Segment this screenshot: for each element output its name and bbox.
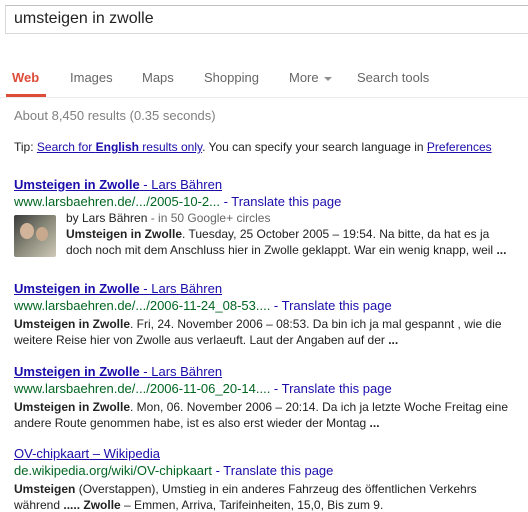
result-snippet: Umsteigen (Overstappen), Umstieg in ein … — [14, 481, 528, 512]
tip-prefix: Tip: — [14, 140, 37, 154]
author-row: by Lars Bähren - in 50 Google+ circles U… — [14, 211, 528, 258]
author-block: by Lars Bähren - in 50 Google+ circles U… — [66, 211, 528, 258]
result-title-link[interactable]: OV-chipkaart – Wikipedia — [14, 446, 528, 461]
tab-web[interactable]: Web — [12, 70, 39, 85]
result-snippet: Umsteigen in Zwolle. Tuesday, 25 October… — [66, 226, 528, 258]
language-tip: Tip: Search for English results only. Yo… — [14, 140, 492, 154]
active-tab-indicator — [6, 94, 46, 97]
snippet-text: . Tuesday, 25 October 2005 – 19:54. Na b… — [182, 227, 490, 241]
translate-link[interactable]: - Translate this page — [220, 194, 342, 209]
result-url-line: www.larsbaehren.de/.../2005-10-2... - Tr… — [14, 194, 528, 209]
result-url: de.wikipedia.org/wiki/OV-chipkaart — [14, 463, 212, 478]
result-title-link[interactable]: Umsteigen in Zwolle - Lars Bähren — [14, 177, 528, 192]
result-stats: About 8,450 results (0.35 seconds) — [14, 108, 216, 123]
snippet-highlight-2: ..... Zwolle — [63, 498, 121, 512]
search-bar: umsteigen in zwolle — [0, 0, 528, 48]
result-title-rest: - Lars Bähren — [139, 364, 223, 379]
snippet-highlight: Umsteigen — [14, 482, 76, 496]
tab-shopping[interactable]: Shopping — [204, 70, 259, 85]
snippet-text: . Mon, 06. November 2006 – 20:14. Da ich… — [130, 400, 509, 414]
result-title-rest: – Wikipedia — [89, 446, 160, 461]
result-title-link[interactable]: Umsteigen in Zwolle - Lars Bähren — [14, 281, 528, 296]
result-url-line: www.larsbaehren.de/.../2006-11-06_20-14.… — [14, 381, 528, 396]
result-url: www.larsbaehren.de/.../2005-10-2... — [14, 194, 220, 209]
result-title-highlight: Umsteigen in Zwolle — [14, 364, 140, 379]
result-url: www.larsbaehren.de/.../2006-11-24_08-53.… — [14, 298, 271, 313]
snippet-text-2: doch noch mit dem Anschluss hier in Zwol… — [66, 243, 494, 257]
search-tabs: Web Images Maps Shopping More Search too… — [0, 56, 528, 98]
result-snippet: Umsteigen in Zwolle. Fri, 24. November 2… — [14, 316, 528, 348]
snippet-text-2-pre: während — [14, 498, 64, 512]
english-results-link[interactable]: Search for English results only — [37, 140, 202, 154]
tip-link-part-c: results only — [138, 140, 203, 154]
snippet-highlight: Umsteigen in Zwolle — [14, 400, 131, 414]
result-title-rest: - Lars Bähren — [139, 177, 223, 192]
snippet-text: . Fri, 24. November 2006 – 08:53. Da bin… — [130, 317, 502, 331]
result-title-highlight: Umsteigen in Zwolle — [14, 177, 140, 192]
tip-link-part-b: English — [95, 140, 139, 154]
tab-images[interactable]: Images — [70, 70, 113, 85]
search-result: Umsteigen in Zwolle - Lars Bähren www.la… — [14, 364, 528, 431]
author-name[interactable]: by Lars Bähren — [66, 211, 147, 225]
search-query-text: umsteigen in zwolle — [14, 10, 154, 27]
result-title-rest: - Lars Bähren — [139, 281, 223, 296]
tab-more-label: More — [289, 70, 319, 85]
result-url-line: de.wikipedia.org/wiki/OV-chipkaart - Tra… — [14, 463, 528, 478]
result-url-line: www.larsbaehren.de/.../2006-11-24_08-53.… — [14, 298, 528, 313]
result-title-main: OV-chipkaart — [14, 446, 90, 461]
search-result: Umsteigen in Zwolle - Lars Bähren www.la… — [14, 177, 528, 258]
translate-link[interactable]: - Translate this page — [270, 298, 392, 313]
chevron-down-icon — [323, 76, 332, 81]
search-result: OV-chipkaart – Wikipedia de.wikipedia.or… — [14, 446, 528, 512]
snippet-highlight: Umsteigen in Zwolle — [66, 227, 183, 241]
snippet-text-2: weitere Reise hier von Zwolle aus verlae… — [14, 333, 385, 347]
preferences-link[interactable]: Preferences — [427, 140, 492, 154]
byline: by Lars Bähren - in 50 Google+ circles — [66, 211, 528, 225]
tab-more[interactable]: More — [289, 70, 332, 85]
snippet-text-2: andere Route genommen habe, ist es also … — [14, 416, 367, 430]
result-title-highlight: Umsteigen in Zwolle — [14, 281, 140, 296]
author-avatar[interactable] — [14, 215, 56, 257]
tab-maps[interactable]: Maps — [142, 70, 174, 85]
search-input[interactable]: umsteigen in zwolle — [5, 5, 528, 34]
result-snippet: Umsteigen in Zwolle. Mon, 06. November 2… — [14, 399, 528, 431]
snippet-ellipsis: ... — [384, 333, 399, 347]
snippet-highlight: Umsteigen in Zwolle — [14, 317, 131, 331]
search-result: Umsteigen in Zwolle - Lars Bähren www.la… — [14, 281, 528, 348]
snippet-ellipsis: ... — [366, 416, 380, 430]
tip-link-part-a: Search for — [36, 140, 96, 154]
snippet-ellipsis: ... — [493, 243, 507, 257]
result-url: www.larsbaehren.de/.../2006-11-06_20-14.… — [14, 381, 271, 396]
snippet-text: (Overstappen), Umstieg in ein anderes Fa… — [75, 482, 477, 496]
tab-search-tools[interactable]: Search tools — [357, 70, 429, 85]
translate-link[interactable]: - Translate this page — [212, 463, 334, 478]
circles-count: - in 50 Google+ circles — [147, 211, 271, 225]
translate-link[interactable]: - Translate this page — [270, 381, 392, 396]
result-title-link[interactable]: Umsteigen in Zwolle - Lars Bähren — [14, 364, 528, 379]
tip-middle: . You can specify your search language i… — [202, 140, 427, 154]
snippet-text-2: – Emmen, Arriva, Tarifeinheiten, 15,0, B… — [120, 498, 384, 512]
